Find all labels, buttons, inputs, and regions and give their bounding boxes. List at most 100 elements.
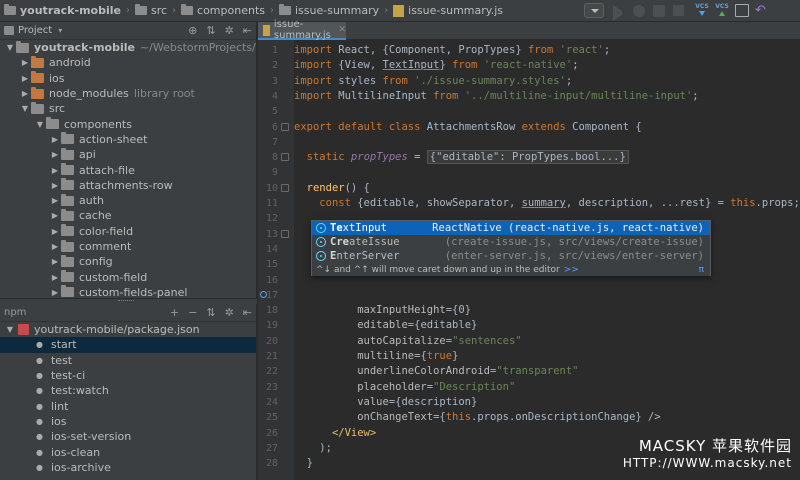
completion-item[interactable]: EnterServer (enter-server.js, src/views/e… (312, 249, 710, 263)
breadcrumb-file[interactable]: issue-summary.js (389, 0, 507, 22)
tree-item[interactable]: ▶ node_modules library root (0, 86, 256, 101)
npm-script-label: test-ci (50, 369, 86, 383)
code-token: summary (521, 197, 566, 209)
npm-script-item[interactable]: ● test-ci (0, 368, 256, 383)
collapsed-arrow-icon[interactable]: ▶ (19, 58, 31, 67)
code-line: ); (294, 441, 332, 456)
gear-icon[interactable]: ✲ (225, 306, 234, 319)
npm-script-item[interactable]: ● test (0, 353, 256, 368)
minus-icon[interactable]: − (188, 306, 197, 319)
tree-item[interactable]: ▶ api (0, 147, 256, 162)
tree-item[interactable]: ▶ cache (0, 208, 256, 223)
collapse-icon[interactable]: ⇅ (206, 24, 215, 37)
hide-icon[interactable]: ⇤ (243, 306, 252, 319)
expanded-arrow-icon[interactable]: ▼ (19, 104, 31, 113)
js-file-icon (263, 24, 270, 36)
tree-item[interactable]: ▶ ios (0, 71, 256, 86)
expanded-arrow-icon[interactable]: ▼ (4, 43, 16, 52)
npm-script-item[interactable]: ● test:watch (0, 383, 256, 398)
debug-icon[interactable] (633, 5, 645, 17)
code-token: .props; (755, 197, 800, 209)
override-marker-icon[interactable] (260, 290, 267, 298)
chevron-down-icon[interactable]: ▾ (58, 26, 62, 35)
collapsed-arrow-icon[interactable]: ▶ (49, 242, 61, 251)
line-number: 27 (265, 442, 278, 454)
tab-issue-summary[interactable]: issue-summary.js ✕ (258, 19, 346, 41)
code-token: '../multiline-input/multiline-input' (464, 89, 693, 102)
gear-icon[interactable]: ✲ (225, 24, 234, 37)
tree-item[interactable]: ▶ attach-file (0, 162, 256, 177)
collapsed-arrow-icon[interactable]: ▶ (49, 135, 61, 144)
collapsed-arrow-icon[interactable]: ▶ (19, 74, 31, 83)
code-token: 'react-native' (483, 59, 573, 72)
npm-script-item[interactable]: ● ios-clean (0, 444, 256, 459)
collapsed-arrow-icon[interactable]: ▶ (49, 211, 61, 220)
tree-item-label: comment (79, 240, 132, 253)
collapsed-arrow-icon[interactable]: ▶ (49, 257, 61, 266)
coverage-icon[interactable] (653, 5, 665, 17)
code-token: ); (294, 441, 332, 454)
revert-icon[interactable]: ↶ (755, 3, 766, 19)
tree-item[interactable]: ▶ comment (0, 239, 256, 254)
code-completion-popup[interactable]: Te xtInput ReactNative (react-native.js, r… (311, 220, 711, 276)
completion-item[interactable]: Cre ateIssue (create-issue.js, src/views/c… (312, 235, 710, 249)
close-icon[interactable]: ✕ (338, 25, 346, 35)
collapsed-arrow-icon[interactable]: ▶ (49, 288, 61, 297)
npm-package-node[interactable]: ▼ youtrack-mobile/package.json (0, 322, 256, 337)
locate-icon[interactable]: ⊕ (188, 24, 197, 37)
expand-arrow-icon[interactable]: ▼ (4, 325, 16, 334)
completion-hint-link[interactable]: >> (564, 265, 579, 275)
completion-item[interactable]: Te xtInput ReactNative (react-native.js, r… (312, 221, 710, 235)
tree-item[interactable]: ▶ auth (0, 193, 256, 208)
tree-item[interactable]: ▼ youtrack-mobile ~/WebstormProjects/ (0, 40, 256, 55)
collapsed-arrow-icon[interactable]: ▶ (19, 89, 31, 98)
breadcrumb-src[interactable]: src (131, 0, 171, 22)
project-structure-icon[interactable] (735, 4, 749, 17)
npm-script-item[interactable]: ● start (0, 337, 256, 353)
fold-marker-icon[interactable] (281, 183, 289, 192)
fold-marker-icon[interactable] (281, 122, 289, 131)
collapsed-arrow-icon[interactable]: ▶ (49, 166, 61, 175)
npm-script-item[interactable]: ● ios-set-version (0, 429, 256, 444)
collapsed-arrow-icon[interactable]: ▶ (49, 227, 61, 236)
hide-icon[interactable]: ⇤ (243, 24, 252, 37)
react-component-icon (316, 223, 326, 233)
code-line: import React, {Component, PropTypes} fro… (294, 43, 610, 58)
run-configuration-dropdown[interactable] (584, 3, 604, 18)
pi-icon[interactable]: π (699, 265, 704, 275)
tree-item[interactable]: ▶ color-field (0, 224, 256, 239)
fold-marker-icon[interactable] (281, 153, 289, 162)
editor-gutter[interactable]: 1 2 3 4 5 6 7 8 9 10 11 12 13 14 15 16 17 18 19 20 21 22 23 24 2… (258, 40, 294, 480)
line-number: 19 (265, 320, 278, 332)
npm-script-item[interactable]: ● ios (0, 414, 256, 429)
breadcrumb-project[interactable]: youtrack-mobile (0, 0, 125, 22)
run-icon[interactable] (613, 5, 622, 21)
tree-item[interactable]: ▼ src (0, 101, 256, 116)
code-token: } (439, 59, 453, 72)
breadcrumb-components[interactable]: components (177, 0, 269, 22)
tree-item[interactable]: ▶ action-sheet (0, 132, 256, 147)
collapsed-arrow-icon[interactable]: ▶ (49, 181, 61, 190)
fold-marker-icon[interactable] (281, 229, 289, 238)
npm-script-item[interactable]: ● lint (0, 398, 256, 413)
folded-code-block[interactable]: {"editable": PropTypes.bool...} (426, 150, 629, 165)
add-icon[interactable]: + (170, 306, 179, 319)
collapsed-arrow-icon[interactable]: ▶ (49, 196, 61, 205)
tree-item[interactable]: ▶ config (0, 254, 256, 269)
vcs-commit-icon[interactable]: VCS (714, 3, 730, 19)
tree-item[interactable]: ▶ custom-field (0, 269, 256, 284)
tree-item[interactable]: ▶ attachments-row (0, 178, 256, 193)
stop-icon[interactable] (673, 5, 684, 16)
collapsed-arrow-icon[interactable]: ▶ (49, 273, 61, 282)
code-line: import {View, TextInput} from 'react-nat… (294, 58, 579, 73)
vcs-update-icon[interactable]: VCS (694, 3, 710, 19)
tree-item[interactable]: ▼ components (0, 116, 256, 131)
npm-script-item[interactable]: ● ios-archive (0, 460, 256, 475)
tree-item[interactable]: ▶ custom-fields-panel (0, 285, 256, 298)
code-line: onChangeText={this.props.onDescriptionCh… (294, 410, 660, 425)
expanded-arrow-icon[interactable]: ▼ (34, 120, 46, 129)
collapsed-arrow-icon[interactable]: ▶ (49, 150, 61, 159)
completion-name: xtInput (342, 222, 387, 234)
tree-item[interactable]: ▶ android (0, 55, 256, 70)
collapse-icon[interactable]: ⇅ (206, 306, 215, 319)
